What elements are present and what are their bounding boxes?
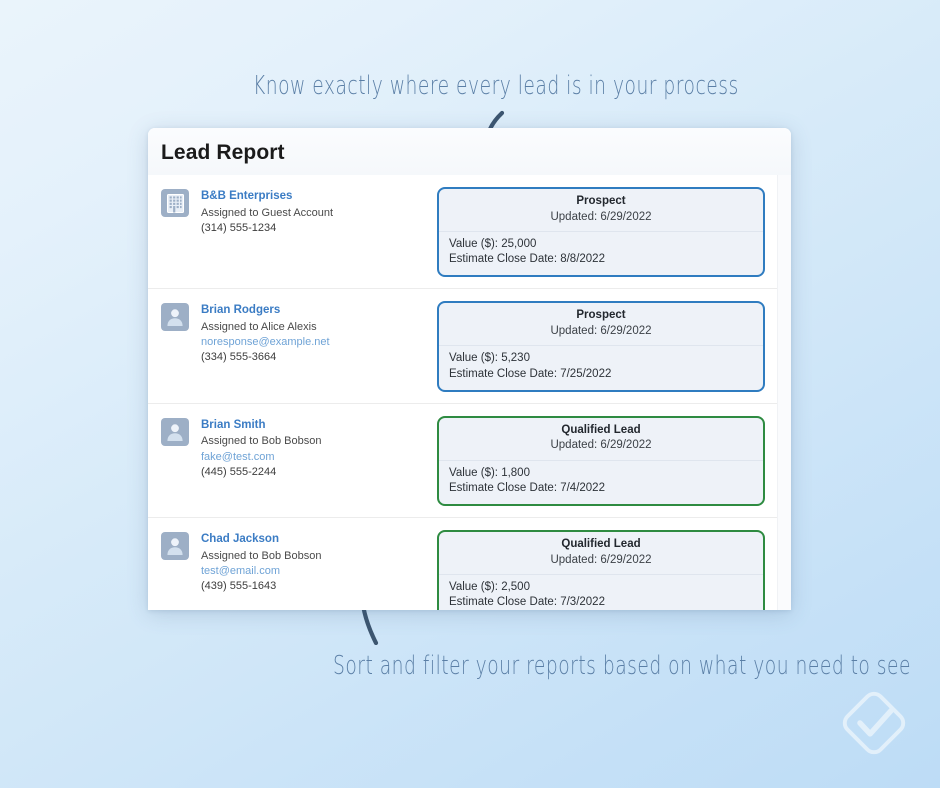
lead-status-card[interactable]: Prospect Updated: 6/29/2022 Value ($): 25,…: [437, 187, 765, 278]
status-card-header: Prospect Updated: 6/29/2022: [439, 303, 763, 347]
contact-lines: Chad Jackson Assigned to Bob Bobson test@e…: [201, 531, 321, 593]
lead-phone: (334) 555-3664: [201, 351, 277, 364]
status-card-body: Value ($): 5,230 Estimate Close Date: 7/2…: [439, 346, 763, 389]
lead-value: Value ($): 5,230: [449, 352, 530, 365]
person-icon: [161, 417, 189, 446]
contact-block: Brian Smith Assigned to Bob Bobson fake@te…: [161, 415, 429, 479]
lead-status-card[interactable]: Prospect Updated: 6/29/2022 Value ($): 5,2…: [437, 301, 765, 392]
building-icon: [166, 193, 184, 213]
assigned-to-label: Assigned to Guest Account: [201, 206, 334, 219]
status-card-header: Qualified Lead Updated: 6/29/2022: [439, 532, 763, 576]
checkmark-diamond-logo: [842, 691, 906, 755]
assigned-to-label: Assigned to Alice Alexis: [201, 321, 317, 334]
lead-status-card[interactable]: Qualified Lead Updated: 6/29/2022 Value ($…: [437, 530, 765, 610]
lead-email-link[interactable]: noresponse@example.net: [201, 335, 330, 349]
contact-lines: Brian Smith Assigned to Bob Bobson fake@te…: [201, 417, 321, 479]
assigned-to-label: Assigned to Bob Bobson: [201, 435, 322, 448]
stage-label: Prospect: [576, 309, 626, 322]
lead-email-link[interactable]: fake@test.com: [201, 450, 321, 464]
building-icon: [161, 189, 189, 217]
person-icon: [161, 303, 189, 332]
assigned-to-label: Assigned to Bob Bobson: [201, 549, 322, 562]
lead-row[interactable]: Chad Jackson Assigned to Bob Bobson test@e…: [148, 518, 777, 610]
lead-row[interactable]: Brian Smith Assigned to Bob Bobson fake@te…: [148, 403, 777, 519]
contact-block: B&B Enterprises Assigned to Guest Account…: [161, 186, 429, 235]
person-icon: [167, 309, 183, 327]
person-icon: [167, 538, 183, 556]
lead-value: Value ($): 25,000: [449, 238, 537, 251]
status-card-body: Value ($): 1,800 Estimate Close Date: 7/4…: [439, 461, 763, 504]
lead-name-link[interactable]: B&B Enterprises: [201, 189, 333, 204]
status-card-body: Value ($): 25,000 Estimate Close Date: 8/…: [439, 232, 763, 275]
status-card-body: Value ($): 2,500 Estimate Close Date: 7/3…: [439, 575, 763, 610]
status-card-header: Qualified Lead Updated: 6/29/2022: [439, 418, 763, 461]
vertical-scrollbar[interactable]: [777, 175, 791, 610]
lead-phone: (314) 555-1234: [201, 221, 277, 234]
contact-block: Chad Jackson Assigned to Bob Bobson test@e…: [161, 529, 429, 593]
stage-label: Prospect: [576, 195, 626, 207]
lead-name-link[interactable]: Brian Smith: [201, 418, 321, 433]
stage-label: Qualified Lead: [561, 423, 641, 436]
lead-report-window: Lead Report B&B Enterprises Assigned to G…: [148, 128, 791, 610]
stage-updated-date: Updated: 6/29/2022: [550, 324, 652, 337]
report-scroll-area[interactable]: B&B Enterprises Assigned to Guest Account…: [148, 175, 791, 610]
person-icon: [167, 424, 183, 441]
lead-close-date: Estimate Close Date: 8/8/2022: [449, 253, 605, 266]
lead-list: B&B Enterprises Assigned to Guest Account…: [148, 175, 777, 610]
lead-close-date: Estimate Close Date: 7/3/2022: [449, 596, 605, 609]
lead-value: Value ($): 2,500: [449, 581, 530, 594]
lead-row[interactable]: Brian Rodgers Assigned to Alice Alexis nor…: [148, 289, 777, 404]
lead-status-card[interactable]: Qualified Lead Updated: 6/29/2022 Value ($…: [437, 415, 765, 507]
person-icon: [161, 532, 189, 561]
status-card-header: Prospect Updated: 6/29/2022: [439, 189, 763, 233]
lead-phone: (445) 555-2244: [201, 465, 277, 478]
lead-row[interactable]: B&B Enterprises Assigned to Guest Account…: [148, 175, 777, 290]
page-title: Lead Report: [161, 141, 285, 164]
stage-label: Qualified Lead: [561, 538, 641, 551]
contact-lines: Brian Rodgers Assigned to Alice Alexis nor…: [201, 302, 330, 364]
contact-lines: B&B Enterprises Assigned to Guest Account…: [201, 188, 333, 235]
caption-bottom: Sort and filter your reports based on wh…: [333, 650, 912, 681]
lead-close-date: Estimate Close Date: 7/25/2022: [449, 367, 612, 380]
lead-name-link[interactable]: Brian Rodgers: [201, 303, 330, 318]
lead-email-link[interactable]: test@email.com: [201, 564, 321, 578]
window-header: Lead Report: [148, 128, 791, 175]
stage-updated-date: Updated: 6/29/2022: [550, 439, 652, 452]
lead-name-link[interactable]: Chad Jackson: [201, 532, 321, 547]
lead-value: Value ($): 1,800: [449, 466, 530, 479]
caption-top: Know exactly where every lead is in your…: [253, 70, 739, 101]
stage-updated-date: Updated: 6/29/2022: [550, 553, 652, 566]
lead-phone: (439) 555-1643: [201, 580, 277, 592]
lead-close-date: Estimate Close Date: 7/4/2022: [449, 481, 605, 494]
contact-block: Brian Rodgers Assigned to Alice Alexis nor…: [161, 300, 429, 364]
stage-updated-date: Updated: 6/29/2022: [550, 210, 652, 223]
